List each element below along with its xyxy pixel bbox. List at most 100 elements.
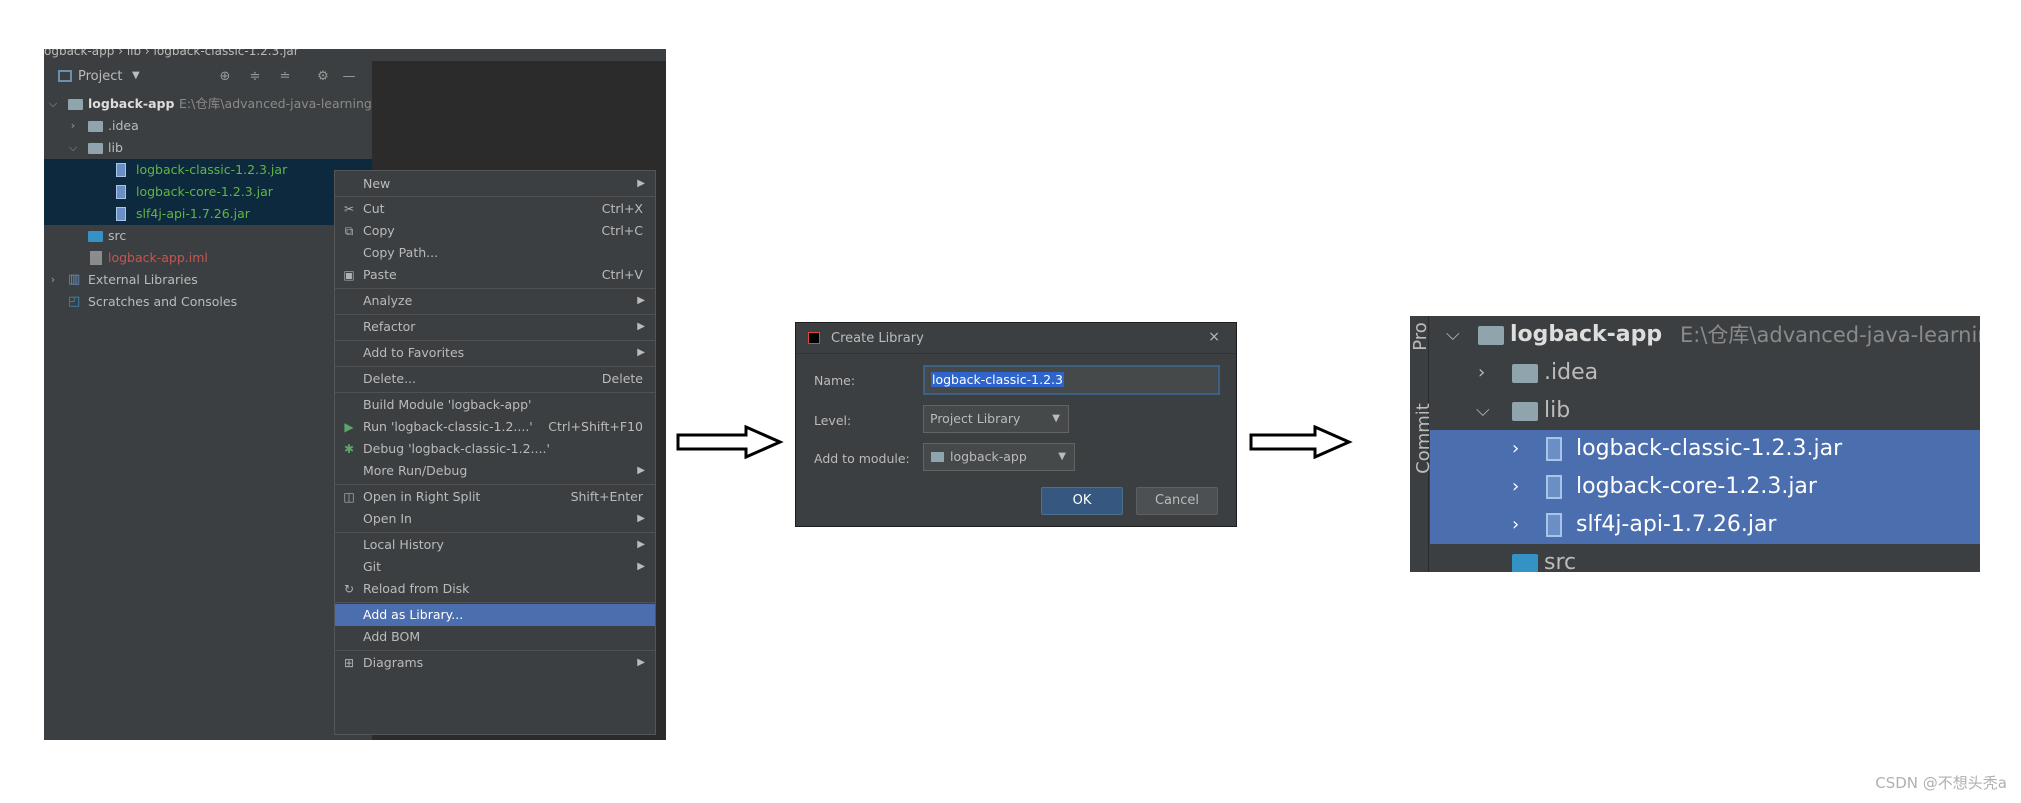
chevron-down-icon[interactable]: ⌵ [48,93,58,115]
source-folder-icon [88,231,103,242]
tree-row-scratches[interactable]: ◰ Scratches and Consoles [44,291,372,313]
cancel-button[interactable]: Cancel [1136,487,1218,515]
dialog-title: Create Library [831,331,924,346]
tree-row-src[interactable]: src [1430,544,1980,572]
tree-label: src [1544,550,1577,572]
menu-item-debug[interactable]: ✱ Debug 'logback-classic-1.2....' [335,438,655,460]
folder-icon [1512,364,1538,383]
root-path: E:\仓库\advanced-java-learning [179,96,372,111]
menu-item-analyze[interactable]: Analyze ▶ [335,290,655,312]
tree-row-external-libraries[interactable]: › ▥ External Libraries [44,269,372,291]
minimize-icon[interactable]: — [342,70,356,84]
chevron-down-icon[interactable]: ⌵ [1476,392,1490,430]
module-folder-icon [931,452,944,462]
submenu-arrow-icon: ▶ [637,561,645,572]
debug-icon: ✱ [343,442,355,456]
chevron-down-icon[interactable]: ▼ [132,70,140,81]
root-name: logback-app [1510,322,1663,347]
run-icon: ▶ [344,420,354,434]
tree-row-lib[interactable]: ⌵ lib [44,137,372,159]
menu-item-copy[interactable]: ⧉ Copy Ctrl+C [335,220,655,242]
tree-label: src [108,228,127,243]
menu-item-add-bom[interactable]: Add BOM [335,626,655,648]
tree-row-library[interactable]: › logback-classic-1.2.3.jar [1430,430,1980,468]
result-project-tree: Pro Commit ⌵ logback-app E:\仓库\advanced-… [1410,316,1980,572]
scissors-icon: ✂ [343,202,355,216]
menu-item-paste[interactable]: ▣ Paste Ctrl+V [335,264,655,286]
folder-icon [88,121,103,132]
submenu-arrow-icon: ▶ [637,178,645,189]
name-label: Name: [814,373,856,388]
expand-all-icon[interactable]: ≑ [248,70,262,84]
menu-item-add-to-favorites[interactable]: Add to Favorites ▶ [335,342,655,364]
tree-label: Scratches and Consoles [88,294,238,309]
level-select[interactable]: Project Library ▼ [923,405,1069,433]
submenu-arrow-icon: ▶ [637,539,645,550]
chevron-right-icon[interactable]: › [1512,468,1519,506]
scratches-icon: ◰ [68,294,81,309]
submenu-arrow-icon: ▶ [637,513,645,524]
tree-label: logback-core-1.2.3.jar [1576,474,1817,499]
menu-item-run[interactable]: ▶ Run 'logback-classic-1.2....' Ctrl+Shift… [335,416,655,438]
breadcrumb[interactable]: ogback-app › lib › logback-classic-1.2.3… [44,49,666,61]
module-select[interactable]: logback-app ▼ [923,443,1075,471]
library-jar-icon [1546,513,1562,537]
name-field[interactable]: logback-classic-1.2.3 [923,365,1220,395]
copy-icon: ⧉ [344,224,354,238]
menu-item-refactor[interactable]: Refactor ▶ [335,316,655,338]
menu-item-new[interactable]: New ▶ [335,173,655,195]
chevron-right-icon[interactable]: › [1512,430,1519,468]
dialog-titlebar[interactable]: Create Library × [796,323,1236,354]
chevron-down-icon[interactable]: ⌵ [1446,316,1460,354]
chevron-right-icon[interactable]: › [48,269,58,291]
tree-row-library[interactable]: › logback-core-1.2.3.jar [1430,468,1980,506]
tree-row-library[interactable]: › slf4j-api-1.7.26.jar [1430,506,1980,544]
tree-row-jar[interactable]: slf4j-api-1.7.26.jar [44,203,372,225]
diagram-icon: ⊞ [343,656,355,670]
chevron-right-icon[interactable]: › [68,115,78,137]
library-icon: ▥ [68,272,81,287]
menu-item-delete[interactable]: Delete... Delete [335,368,655,390]
menu-item-build-module[interactable]: Build Module 'logback-app' [335,394,655,416]
chevron-down-icon[interactable]: ⌵ [68,137,78,159]
jar-icon [116,163,126,177]
menu-item-open-in[interactable]: Open In ▶ [335,508,655,530]
chevron-right-icon[interactable]: › [1478,354,1485,392]
tree-row-jar[interactable]: logback-core-1.2.3.jar [44,181,372,203]
tree-row-jar[interactable]: logback-classic-1.2.3.jar [44,159,372,181]
chevron-right-icon[interactable]: › [1512,506,1519,544]
tree-row-idea[interactable]: › .idea [44,115,372,137]
tree-row-iml[interactable]: logback-app.iml [44,247,372,269]
close-icon[interactable]: × [1208,329,1220,345]
tree-row-root[interactable]: ⌵ logback-app E:\仓库\advanced-java-learni… [1430,316,1980,354]
side-tab-project[interactable]: Pro [1410,322,1431,351]
menu-item-git[interactable]: Git ▶ [335,556,655,578]
tree-row-lib[interactable]: ⌵ lib [1430,392,1980,430]
menu-item-add-as-library[interactable]: Add as Library... [335,604,655,626]
menu-item-open-right-split[interactable]: ◫ Open in Right Split Shift+Enter [335,486,655,508]
menu-item-diagrams[interactable]: ⊞ Diagrams ▶ [335,652,655,674]
submenu-arrow-icon: ▶ [637,321,645,332]
tree-row-src[interactable]: src [44,225,372,247]
menu-item-local-history[interactable]: Local History ▶ [335,534,655,556]
collapse-all-icon[interactable]: ≐ [278,70,292,84]
module-select-value: logback-app [950,449,1027,464]
globe-icon[interactable]: ⊕ [218,70,232,84]
menu-item-cut[interactable]: ✂ Cut Ctrl+X [335,198,655,220]
tree-label: External Libraries [88,272,198,287]
menu-item-more-run-debug[interactable]: More Run/Debug ▶ [335,460,655,482]
project-view-selector[interactable]: Project [78,69,122,84]
submenu-arrow-icon: ▶ [637,295,645,306]
source-folder-icon [1512,554,1538,572]
submenu-arrow-icon: ▶ [637,657,645,668]
menu-item-copy-path[interactable]: Copy Path... [335,242,655,264]
chevron-down-icon: ▼ [1052,413,1060,424]
gear-icon[interactable]: ⚙ [316,70,330,84]
menu-item-reload[interactable]: ↻ Reload from Disk [335,578,655,600]
library-jar-icon [1546,437,1562,461]
root-path: E:\仓库\advanced-java-learning [1680,323,1980,347]
tree-row-idea[interactable]: › .idea [1430,354,1980,392]
tree-label: lib [1544,398,1571,423]
ok-button[interactable]: OK [1041,487,1123,515]
tree-row-root[interactable]: ⌵ logback-app E:\仓库\advanced-java-learni… [44,93,372,115]
